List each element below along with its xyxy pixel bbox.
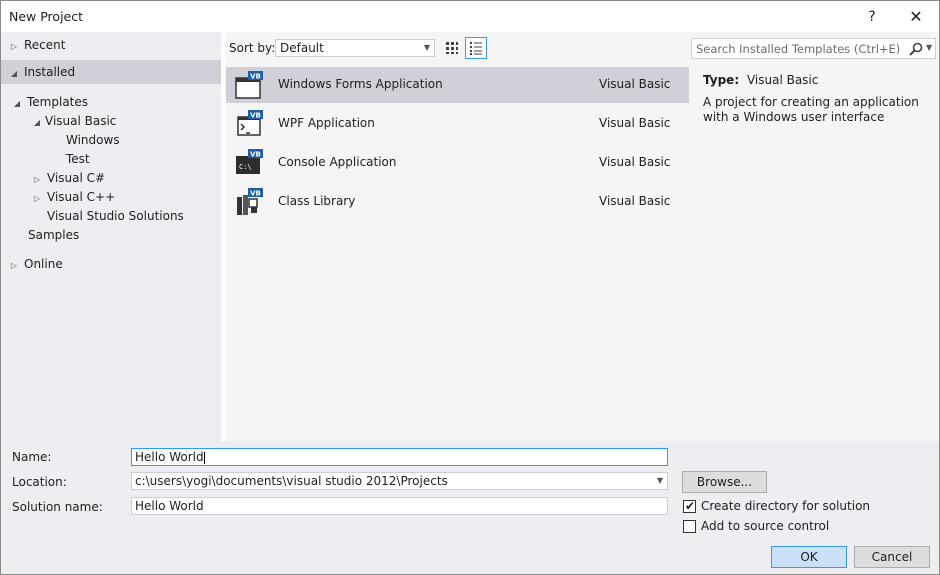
name-label: Name: <box>12 450 52 464</box>
search-input[interactable]: Search Installed Templates (Ctrl+E) ▼ <box>691 38 936 59</box>
ok-button[interactable]: OK <box>771 546 847 568</box>
solution-name-value: Hello World <box>135 499 204 513</box>
window-title: New Project <box>9 9 84 24</box>
template-item-wpf[interactable]: VB WPF Application Visual Basic <box>226 106 689 142</box>
collapse-arrow-icon[interactable]: ◢ <box>11 94 23 113</box>
class-library-icon: VB <box>237 188 263 215</box>
grid-view-icon <box>446 42 458 54</box>
tree-label-vs-solutions: Visual Studio Solutions <box>47 209 184 223</box>
template-list-panel: Sort by: Default ▼ VB Windows Forms Appl… <box>225 32 690 441</box>
template-description: A project for creating an application wi… <box>703 95 919 124</box>
help-icon: ? <box>868 8 876 25</box>
name-value: Hello World <box>135 450 204 464</box>
template-tree: ▷ Recent ◢ Installed ◢ Templates ◢ Visual Ba… <box>1 32 221 441</box>
tree-label-installed: Installed <box>24 65 76 79</box>
details-view-button[interactable] <box>465 37 487 59</box>
title-bar: New Project ? ✕ <box>1 1 939 32</box>
cancel-button[interactable]: Cancel <box>854 546 930 568</box>
svg-text:VB: VB <box>250 190 261 198</box>
add-source-control-checkbox[interactable] <box>683 520 696 533</box>
tree-label-visual-basic: Visual Basic <box>45 114 117 128</box>
small-icons-view-button[interactable] <box>441 37 463 59</box>
search-placeholder: Search Installed Templates (Ctrl+E) <box>696 42 901 56</box>
tree-label-samples: Samples <box>28 228 80 242</box>
windows-forms-icon: VB <box>235 71 263 99</box>
location-combobox[interactable]: c:\users\yogi\documents\visual studio 20… <box>131 472 668 490</box>
console-icon: C:\ VB <box>236 149 263 174</box>
chevron-down-icon[interactable]: ▼ <box>926 43 932 52</box>
search-icon[interactable] <box>908 41 924 57</box>
tree-label-visual-cpp: Visual C++ <box>47 190 116 204</box>
list-view-icon <box>470 42 482 55</box>
solution-name-field[interactable]: Hello World <box>131 497 668 515</box>
close-button[interactable]: ✕ <box>893 1 939 32</box>
template-details-panel: Search Installed Templates (Ctrl+E) ▼ Ty… <box>690 32 939 441</box>
checkmark-icon: ✔ <box>685 499 696 513</box>
template-language: Visual Basic <box>599 194 671 208</box>
svg-text:C:\: C:\ <box>239 163 252 171</box>
name-field[interactable]: Hello World <box>131 448 668 466</box>
tree-node-visual-basic[interactable]: ◢ Visual Basic <box>31 112 117 132</box>
chevron-down-icon: ▼ <box>423 43 430 52</box>
tree-label-test: Test <box>66 152 90 166</box>
tree-node-visual-cpp[interactable]: ▷ Visual C++ <box>31 188 115 207</box>
location-value: c:\users\yogi\documents\visual studio 20… <box>135 474 448 488</box>
svg-text:VB: VB <box>250 112 261 120</box>
add-source-control-label: Add to source control <box>701 519 830 533</box>
template-type: Type: Visual Basic <box>703 73 818 87</box>
solution-name-label: Solution name: <box>12 500 103 514</box>
template-language: Visual Basic <box>599 155 671 169</box>
type-key: Type: <box>703 73 740 87</box>
expand-arrow-icon[interactable]: ▷ <box>31 189 43 208</box>
template-name: WPF Application <box>278 116 375 130</box>
tree-label-recent: Recent <box>24 38 66 52</box>
template-name: Windows Forms Application <box>278 77 443 91</box>
create-directory-label: Create directory for solution <box>701 499 871 513</box>
location-label: Location: <box>12 475 67 489</box>
sort-label: Sort by: <box>229 41 276 55</box>
svg-text:VB: VB <box>250 73 261 81</box>
collapse-arrow-icon[interactable]: ◢ <box>31 113 43 132</box>
template-language: Visual Basic <box>599 116 671 130</box>
tree-label-online: Online <box>24 257 63 271</box>
expand-arrow-icon[interactable]: ▷ <box>8 256 20 275</box>
tree-node-visual-csharp[interactable]: ▷ Visual C# <box>31 169 105 188</box>
chevron-down-icon[interactable]: ▼ <box>657 473 663 489</box>
tree-label-visual-csharp: Visual C# <box>47 171 106 185</box>
tree-node-templates[interactable]: ◢ Templates <box>11 93 88 112</box>
tree-node-test[interactable]: Test <box>66 150 90 169</box>
expand-arrow-icon[interactable]: ▷ <box>8 37 20 56</box>
svg-text:VB: VB <box>250 151 261 159</box>
close-icon: ✕ <box>909 7 923 26</box>
template-language: Visual Basic <box>599 77 671 91</box>
tree-label-windows: Windows <box>66 133 120 147</box>
template-name: Class Library <box>278 194 356 208</box>
help-button[interactable]: ? <box>849 1 895 32</box>
template-item-console[interactable]: C:\ VB Console Application Visual Basic <box>226 145 689 181</box>
new-project-dialog: New Project ? ✕ ▷ Recent ◢ Installed ◢ Temp… <box>0 0 940 575</box>
template-item-windows-forms[interactable]: VB Windows Forms Application Visual Basi… <box>226 67 689 103</box>
text-caret <box>203 451 205 464</box>
sort-value: Default <box>280 41 324 55</box>
create-directory-checkbox[interactable]: ✔ <box>683 499 696 513</box>
project-form: Name: Hello World Location: c:\users\yog… <box>1 441 939 574</box>
browse-button[interactable]: Browse... <box>682 471 767 493</box>
tree-node-online[interactable]: ▷ Online <box>8 255 63 274</box>
collapse-arrow-icon[interactable]: ◢ <box>8 62 20 86</box>
tree-node-vs-solutions[interactable]: Visual Studio Solutions <box>47 207 184 226</box>
expand-arrow-icon[interactable]: ▷ <box>31 170 43 189</box>
wpf-icon: VB <box>237 110 263 136</box>
tree-label-templates: Templates <box>27 95 89 109</box>
type-value: Visual Basic <box>746 73 819 87</box>
tree-node-samples[interactable]: Samples <box>28 226 79 245</box>
tree-node-recent[interactable]: ▷ Recent <box>8 36 66 56</box>
template-item-class-library[interactable]: VB Class Library Visual Basic <box>226 184 689 220</box>
sort-dropdown[interactable]: Default ▼ <box>275 39 435 57</box>
template-name: Console Application <box>278 155 397 169</box>
tree-node-installed[interactable]: ◢ Installed <box>1 60 221 84</box>
tree-node-windows[interactable]: Windows <box>66 131 120 150</box>
